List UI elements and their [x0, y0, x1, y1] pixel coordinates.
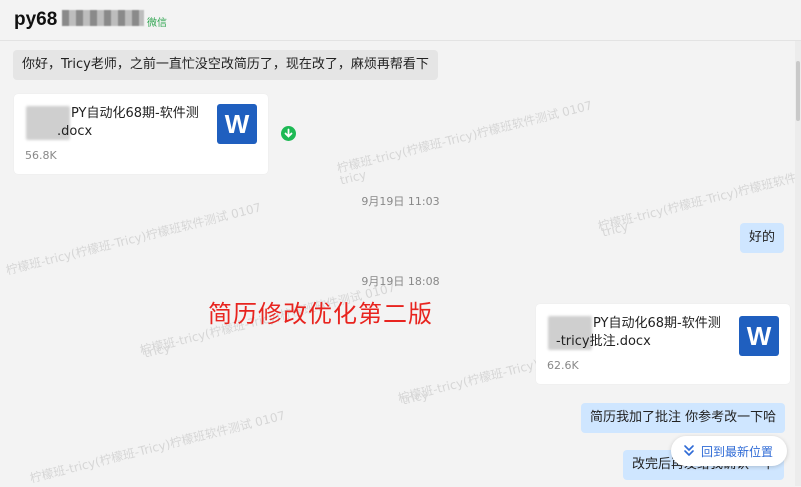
wechat-tag: 微信 [147, 18, 167, 29]
message-timestamp: 9月19日 18:08 [361, 275, 440, 288]
message-timestamp: 9月19日 11:03 [361, 195, 440, 208]
chat-scrollbar[interactable] [795, 41, 801, 486]
word-document-icon: W [739, 316, 779, 356]
file-name-line1: PY自动化68期-软件测 [593, 316, 721, 331]
message-bubble-outgoing[interactable]: 简历我加了批注 你参考改一下哈 [581, 403, 786, 433]
watermark-text: 柠檬班-tricy(柠檬班-Tricy)柠檬班软件测试 0107 [4, 200, 263, 278]
file-name-line1: PY自动化68期-软件测 [71, 106, 199, 121]
scrollbar-thumb[interactable] [796, 61, 800, 121]
double-chevron-down-icon [684, 445, 694, 456]
redacted-name [62, 10, 144, 26]
message-bubble-outgoing[interactable]: 好的 [740, 223, 785, 253]
file-card-outgoing[interactable]: PY自动化68期-软件测 -tricy批注.docx 62.6K W [536, 304, 790, 384]
chat-title: py68 [14, 9, 58, 30]
file-name-line2: -tricy批注.docx [556, 334, 651, 349]
file-size: 62.6K [547, 359, 579, 372]
watermark-text: 柠檬班-tricy(柠檬班-Tricy)柠檬班软件测试 0107 [335, 98, 594, 176]
annotation-text: 简历修改优化第二版 [208, 300, 433, 328]
file-size: 56.8K [25, 149, 57, 162]
word-document-icon: W [217, 104, 257, 144]
file-card-incoming[interactable]: PY自动化68期-软件测 .docx 56.8K W [14, 94, 268, 174]
chat-header: py68 微信 [0, 0, 801, 41]
jump-to-latest-label: 回到最新位置 [701, 445, 774, 459]
file-name-line2: .docx [57, 124, 93, 139]
download-icon[interactable] [281, 126, 296, 141]
jump-to-latest-button[interactable]: 回到最新位置 [671, 436, 787, 466]
message-bubble-incoming[interactable]: 你好，Tricy老师，之前一直忙没空改简历了，现在改了，麻烦再帮看下 [13, 50, 438, 80]
watermark-text: 柠檬班-tricy(柠檬班-Tricy)柠檬班软件测试 0107 [28, 408, 287, 486]
